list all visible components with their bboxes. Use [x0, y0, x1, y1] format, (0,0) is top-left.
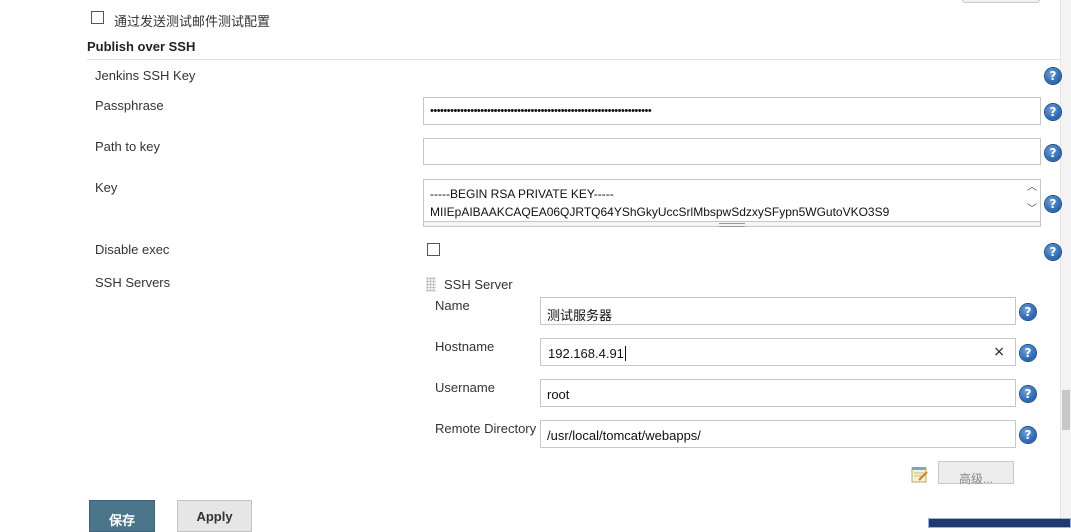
clear-icon[interactable]: × — [993, 344, 1005, 360]
page-scrollbar[interactable] — [1060, 0, 1071, 528]
ssh-server-header: SSH Server — [444, 277, 513, 292]
hostname-value: 192.168.4.91 — [548, 346, 626, 361]
bottom-right-popup — [928, 518, 1071, 528]
server-name-label: Name — [435, 298, 470, 313]
page-scrollbar-thumb[interactable] — [1062, 390, 1070, 430]
disable-exec-checkbox[interactable] — [427, 243, 440, 256]
section-divider — [87, 59, 1060, 60]
jenkins-ssh-key-label: Jenkins SSH Key — [95, 68, 196, 83]
path-to-key-field[interactable] — [423, 138, 1041, 165]
notepad-icon — [910, 464, 930, 484]
apply-button[interactable]: Apply — [177, 500, 252, 532]
help-icon[interactable]: ? — [1020, 304, 1036, 320]
help-icon[interactable]: ? — [1045, 68, 1061, 84]
help-icon[interactable]: ? — [1020, 427, 1036, 443]
help-icon[interactable]: ? — [1045, 145, 1061, 161]
key-line-2: MIIEpAIBAAKCAQEA06QJRTQ64YShGkyUccSrlMbs… — [430, 205, 890, 219]
email-test-label: 通过发送测试邮件测试配置 — [114, 14, 271, 29]
key-label: Key — [95, 180, 118, 195]
username-label: Username — [435, 380, 495, 395]
email-test-checkbox[interactable] — [91, 11, 104, 24]
help-icon[interactable]: ? — [1045, 104, 1061, 120]
key-scroll-down-icon[interactable]: ﹀ — [1026, 204, 1038, 216]
key-line-1: -----BEGIN RSA PRIVATE KEY----- — [430, 187, 614, 201]
key-scroll-up-icon[interactable]: ︿ — [1026, 182, 1038, 194]
path-to-key-label: Path to key — [95, 139, 161, 154]
disable-exec-label: Disable exec — [95, 242, 170, 257]
advanced-button[interactable]: 高级... — [938, 461, 1014, 486]
help-icon[interactable]: ? — [1045, 196, 1061, 212]
help-icon[interactable]: ? — [1045, 244, 1061, 260]
server-name-field[interactable]: 测试服务器 — [540, 297, 1016, 325]
hostname-label: Hostname — [435, 339, 495, 354]
passphrase-field[interactable]: ••••••••••••••••••••••••••••••••••••••••… — [423, 97, 1041, 125]
section-title: Publish over SSH — [87, 39, 196, 54]
help-icon[interactable]: ? — [1020, 386, 1036, 402]
key-textarea[interactable]: -----BEGIN RSA PRIVATE KEY----- MIIEpAIB… — [423, 179, 1041, 222]
username-field[interactable]: root — [540, 379, 1016, 407]
drag-handle-icon[interactable] — [426, 277, 436, 292]
key-resize-handle[interactable] — [423, 222, 1041, 227]
hostname-field[interactable]: 192.168.4.91 × — [540, 338, 1016, 366]
top-partial-button[interactable] — [962, 0, 1040, 3]
remote-directory-label: Remote Directory — [435, 421, 537, 436]
help-icon[interactable]: ? — [1020, 345, 1036, 361]
passphrase-label: Passphrase — [95, 98, 164, 113]
ssh-servers-label: SSH Servers — [95, 275, 171, 290]
remote-directory-field[interactable]: /usr/local/tomcat/webapps/ — [540, 420, 1016, 448]
save-button[interactable]: 保存 — [89, 500, 155, 532]
